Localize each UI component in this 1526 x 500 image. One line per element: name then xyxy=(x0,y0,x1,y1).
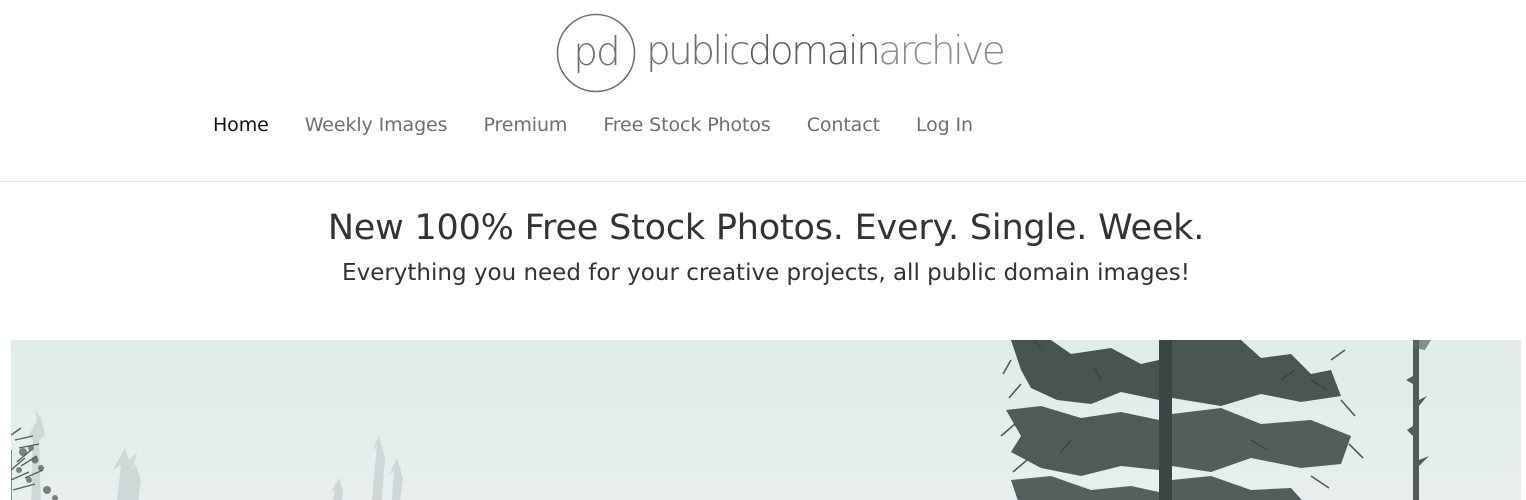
nav-item-free-stock-photos[interactable]: Free Stock Photos xyxy=(603,111,770,139)
logo-word-public: public xyxy=(646,28,750,74)
nav-item-home[interactable]: Home xyxy=(213,111,269,139)
nav-item-weekly-images[interactable]: Weekly Images xyxy=(305,111,448,139)
hero-subline: Everything you need for your creative pr… xyxy=(342,260,1190,286)
logo-word-domain: domain xyxy=(747,28,881,74)
nav-item-contact[interactable]: Contact xyxy=(807,111,880,139)
header-divider xyxy=(0,181,1526,182)
site-logo[interactable]: pd publicdomainarchive xyxy=(556,12,1006,94)
logo-word-archive: archive xyxy=(878,28,1006,74)
page: pd publicdomainarchive Home Weekly Image… xyxy=(0,0,1526,500)
forest-photo-image xyxy=(11,340,1521,500)
nav-item-premium[interactable]: Premium xyxy=(483,111,567,139)
nav-item-log-in[interactable]: Log In xyxy=(916,111,973,139)
logo-wordmark: publicdomainarchive xyxy=(646,28,1006,74)
hero-headline: New 100% Free Stock Photos. Every. Singl… xyxy=(327,208,1205,248)
svg-text:pd: pd xyxy=(573,30,619,75)
main-nav: Home Weekly Images Premium Free Stock Ph… xyxy=(213,111,1009,139)
logo-monogram-icon: pd xyxy=(556,13,636,93)
featured-photo[interactable] xyxy=(11,340,1521,500)
